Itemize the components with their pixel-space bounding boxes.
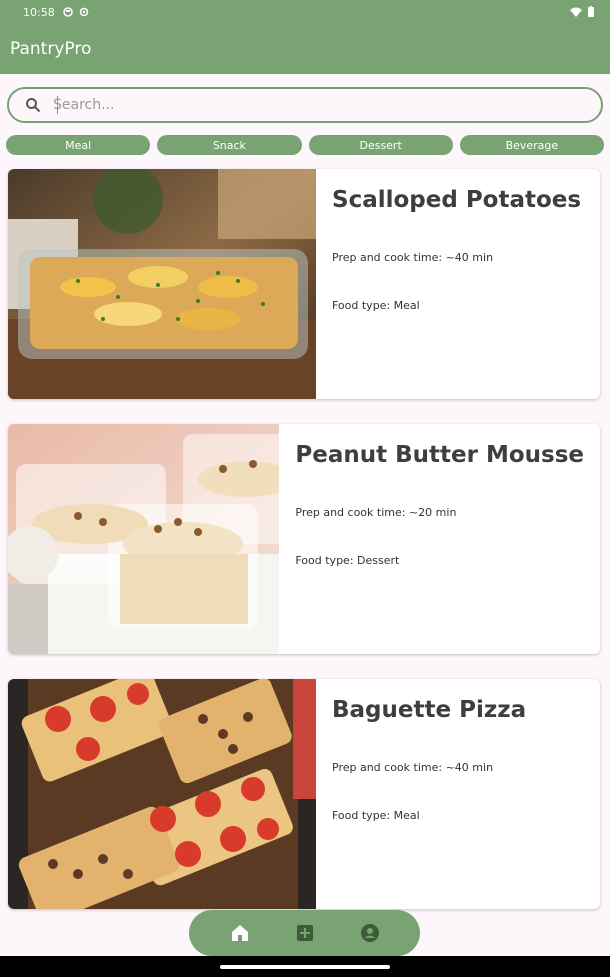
account-icon bbox=[360, 924, 379, 942]
search-icon bbox=[26, 98, 41, 113]
recipe-time: Prep and cook time: ~40 min bbox=[332, 761, 494, 774]
recipe-card[interactable]: Scalloped Potatoes Prep and cook time: ~… bbox=[8, 169, 600, 399]
home-icon bbox=[231, 925, 248, 941]
recipe-type: Food type: Meal bbox=[332, 809, 420, 822]
recipe-card[interactable]: Baguette Pizza Prep and cook time: ~40 m… bbox=[8, 679, 600, 909]
battery-icon bbox=[588, 6, 594, 17]
search-bar[interactable] bbox=[7, 87, 603, 123]
chip-snack[interactable]: Snack bbox=[157, 135, 302, 155]
bottom-nav bbox=[189, 910, 420, 956]
nav-profile[interactable] bbox=[359, 922, 381, 944]
nav-add[interactable] bbox=[294, 922, 316, 944]
recipe-image bbox=[8, 169, 316, 399]
recipe-type: Food type: Meal bbox=[332, 299, 420, 312]
system-nav-bar bbox=[0, 956, 610, 977]
status-time: 10:58 bbox=[23, 5, 55, 19]
app-title: PantryPro bbox=[10, 39, 92, 59]
recipe-image bbox=[8, 679, 316, 909]
recipe-image bbox=[8, 424, 280, 654]
recipe-title: Baguette Pizza bbox=[332, 697, 527, 723]
app-bar: PantryPro bbox=[0, 24, 610, 74]
notification-icon bbox=[62, 7, 73, 17]
recipe-type: Food type: Dessert bbox=[295, 554, 400, 567]
recipe-card[interactable]: Peanut Butter Mousse Prep and cook time:… bbox=[8, 424, 600, 654]
filter-chips: Meal Snack Dessert Beverage bbox=[6, 135, 604, 155]
recipe-info: Peanut Butter Mousse Prep and cook time:… bbox=[279, 424, 600, 654]
nav-home[interactable] bbox=[229, 922, 251, 944]
recipe-time: Prep and cook time: ~40 min bbox=[332, 251, 494, 264]
wifi-icon bbox=[570, 7, 582, 17]
recipe-title: Peanut Butter Mousse bbox=[295, 442, 584, 468]
recipe-title: Scalloped Potatoes bbox=[332, 187, 582, 213]
status-bar: 10:58 bbox=[0, 0, 610, 24]
chip-meal[interactable]: Meal bbox=[6, 135, 151, 155]
chip-dessert[interactable]: Dessert bbox=[308, 135, 453, 155]
recipe-time: Prep and cook time: ~20 min bbox=[295, 506, 457, 519]
gear-icon bbox=[79, 7, 88, 17]
home-gesture-pill[interactable] bbox=[220, 965, 390, 969]
add-box-icon bbox=[296, 925, 313, 941]
recipe-info: Scalloped Potatoes Prep and cook time: ~… bbox=[316, 169, 600, 399]
search-input[interactable] bbox=[53, 97, 573, 113]
text-cursor bbox=[57, 96, 58, 114]
recipe-info: Baguette Pizza Prep and cook time: ~40 m… bbox=[316, 679, 600, 909]
chip-beverage[interactable]: Beverage bbox=[459, 135, 604, 155]
